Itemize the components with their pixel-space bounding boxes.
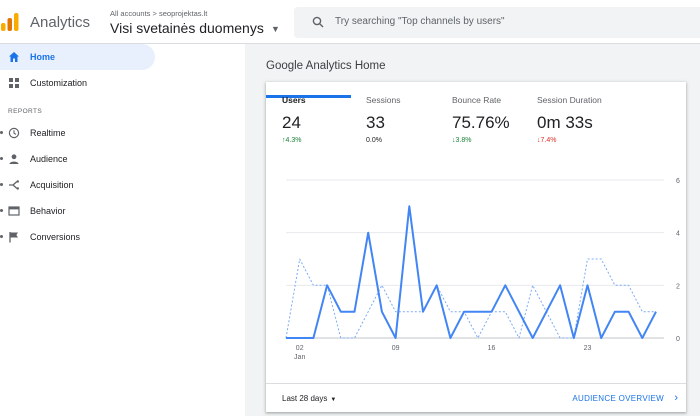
metric-change: ↑4.3%	[282, 137, 302, 144]
sidebar-item-label: Behavior	[30, 206, 66, 216]
x-tick-sublabel: Jan	[294, 354, 305, 361]
metric-label: Bounce Rate	[452, 95, 502, 105]
x-tick-label: 23	[584, 345, 592, 352]
sidebar-item-home[interactable]: Home	[0, 44, 155, 70]
sidebar-item-label: Conversions	[30, 232, 81, 242]
metric-value: 24	[282, 113, 301, 132]
y-tick-label: 4	[676, 231, 680, 238]
app-title: Analytics	[30, 14, 91, 31]
person-icon	[9, 154, 19, 164]
customization-icon	[9, 78, 19, 88]
sidebar-item-realtime[interactable]: Realtime	[0, 120, 155, 146]
expand-bullet-icon	[0, 235, 3, 238]
sidebar-item-label: Acquisition	[30, 180, 74, 190]
x-tick-label: 16	[488, 345, 496, 352]
expand-bullet-icon	[0, 209, 3, 212]
date-range-label: Last 28 days	[282, 394, 328, 403]
x-tick-label: 02	[296, 345, 304, 352]
search-icon	[312, 16, 324, 28]
metric-change: 0.0%	[366, 137, 382, 144]
overview-card: Users 24 ↑4.3% Sessions 33 0.0% Bounce R…	[266, 82, 686, 412]
behavior-icon	[8, 206, 20, 216]
y-tick-label: 6	[676, 178, 680, 185]
metric-tab-sessions[interactable]: Sessions 33 0.0%	[366, 95, 451, 155]
users-line-chart: 024602 09 16 23Jan	[285, 178, 680, 361]
series-line-current	[286, 205, 657, 339]
metric-value: 33	[366, 113, 385, 132]
flag-icon	[9, 232, 18, 243]
view-selector[interactable]: Visi svetainės duomenys	[110, 20, 264, 36]
search-input[interactable]: Try searching "Top channels by users"	[335, 16, 505, 27]
metric-tab-bounce-rate[interactable]: Bounce Rate 75.76% ↓3.8%	[452, 95, 537, 155]
audience-overview-link[interactable]: AUDIENCE OVERVIEW	[572, 394, 664, 403]
expand-bullet-icon	[0, 131, 3, 134]
metric-label: Sessions	[366, 95, 401, 105]
metric-change: ↓7.4%	[537, 137, 557, 144]
series-line-previous	[285, 258, 656, 339]
search-bar[interactable]: Try searching "Top channels by users"	[294, 7, 700, 38]
metric-change: ↓3.8%	[452, 137, 472, 144]
chevron-right-icon[interactable]: ›	[674, 392, 678, 404]
home-icon	[9, 52, 19, 62]
x-tick-label: 09	[392, 345, 400, 352]
sidebar-item-label: Home	[30, 52, 56, 62]
metric-tab-session-duration[interactable]: Session Duration 0m 33s ↓7.4%	[537, 95, 657, 155]
account-breadcrumb[interactable]: All accounts > seoprojektas.lt	[110, 9, 207, 18]
clock-icon	[8, 127, 20, 139]
sidebar-item-audience[interactable]: Audience	[0, 146, 155, 172]
y-tick-label: 2	[676, 283, 680, 290]
card-footer: Last 28 days ▼ AUDIENCE OVERVIEW ›	[266, 383, 686, 412]
analytics-logo-icon[interactable]	[0, 12, 20, 32]
sidebar-item-conversions[interactable]: Conversions	[0, 224, 155, 250]
y-tick-label: 0	[676, 336, 680, 343]
date-range-selector[interactable]: Last 28 days ▼	[282, 394, 336, 403]
sidebar-item-customization[interactable]: Customization	[0, 70, 155, 96]
sidebar: Home Customization REPORTS Realtime Audi…	[0, 44, 245, 416]
sidebar-item-label: Audience	[30, 154, 68, 164]
sidebar-item-acquisition[interactable]: Acquisition	[0, 172, 155, 198]
sidebar-item-label: Customization	[30, 78, 88, 88]
sidebar-item-label: Realtime	[30, 128, 66, 138]
chevron-down-icon[interactable]: ▼	[271, 24, 280, 34]
metric-value: 0m 33s	[537, 113, 593, 132]
metric-label: Session Duration	[537, 95, 602, 105]
metric-value: 75.76%	[452, 113, 510, 132]
acquisition-icon	[9, 180, 19, 190]
sidebar-item-behavior[interactable]: Behavior	[0, 198, 155, 224]
caret-down-icon: ▼	[330, 397, 337, 403]
metric-label: Users	[282, 95, 306, 105]
top-bar: Analytics All accounts > seoprojektas.lt…	[0, 0, 700, 44]
expand-bullet-icon	[0, 183, 3, 186]
expand-bullet-icon	[0, 157, 3, 160]
reports-section-heading: REPORTS	[8, 108, 43, 115]
page-title: Google Analytics Home	[266, 60, 386, 72]
metric-tab-users[interactable]: Users 24 ↑4.3%	[266, 95, 351, 155]
